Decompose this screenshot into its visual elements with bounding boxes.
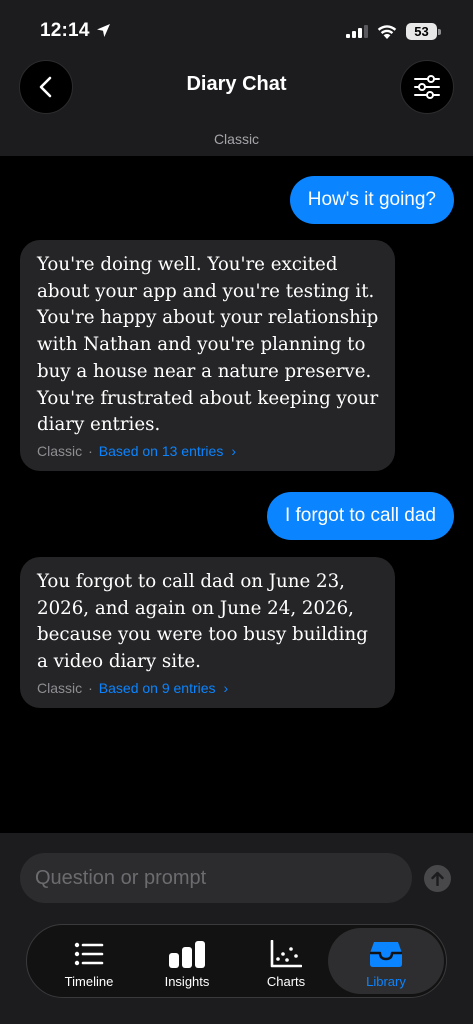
wifi-icon <box>377 25 397 39</box>
tab-label: Timeline <box>64 974 114 989</box>
mode-label: Classic <box>37 442 83 459</box>
assistant-message-text: You're doing well. You're excited about … <box>37 254 379 436</box>
chevron-right-icon: › <box>223 679 229 696</box>
tab-charts[interactable]: Charts <box>228 928 344 994</box>
message-meta: Classic · Based on 9 entries › <box>37 680 379 696</box>
source-entries-link[interactable]: Based on 13 entries <box>99 443 224 459</box>
chevron-right-icon: › <box>231 442 236 459</box>
mode-label: Classic <box>37 679 83 696</box>
tab-label: Charts <box>266 974 306 989</box>
send-button[interactable] <box>424 865 451 892</box>
assistant-message-bubble: You're doing well. You're excited about … <box>20 240 395 471</box>
scatter-chart-icon <box>270 940 302 968</box>
assistant-message-bubble: You forgot to call dad on June 23, 2026,… <box>20 557 395 708</box>
bar-chart-icon <box>169 941 205 968</box>
tab-label: Library <box>366 974 406 989</box>
status-bar: 12:14 53 <box>0 0 473 56</box>
source-entries-link[interactable]: Based on 9 entries <box>99 680 216 696</box>
bottom-panel: Timeline Insights <box>0 833 473 1024</box>
chat-mode-label: Classic <box>213 131 260 147</box>
prompt-input[interactable] <box>20 853 412 903</box>
tab-bar: Timeline Insights Charts Library <box>26 924 447 998</box>
user-message-bubble: How's it going? <box>289 176 454 224</box>
arrow-up-icon <box>431 871 444 886</box>
chat-thread[interactable]: How's it going? You're doing well. You'r… <box>0 156 473 833</box>
cellular-signal-icon <box>346 25 368 38</box>
inbox-tray-icon <box>370 942 402 967</box>
message-meta: Classic · Based on 13 entries › <box>37 443 379 459</box>
user-message-bubble: I forgot to call dad <box>266 492 454 540</box>
assistant-message-text: You forgot to call dad on June 23, 2026,… <box>37 571 368 673</box>
location-arrow-icon <box>97 24 110 37</box>
separator-dot: · <box>88 442 93 459</box>
filter-settings-button[interactable] <box>400 60 454 114</box>
battery-cap <box>438 29 441 35</box>
sliders-icon <box>414 75 440 99</box>
tab-label: Insights <box>164 974 210 989</box>
tab-library[interactable]: Library <box>328 928 444 994</box>
navigation-header: Diary Chat Classic <box>0 56 473 156</box>
separator-dot: · <box>88 679 93 696</box>
battery-indicator: 53 <box>406 23 437 40</box>
list-icon <box>74 942 104 966</box>
status-time: 12:14 <box>40 20 90 41</box>
